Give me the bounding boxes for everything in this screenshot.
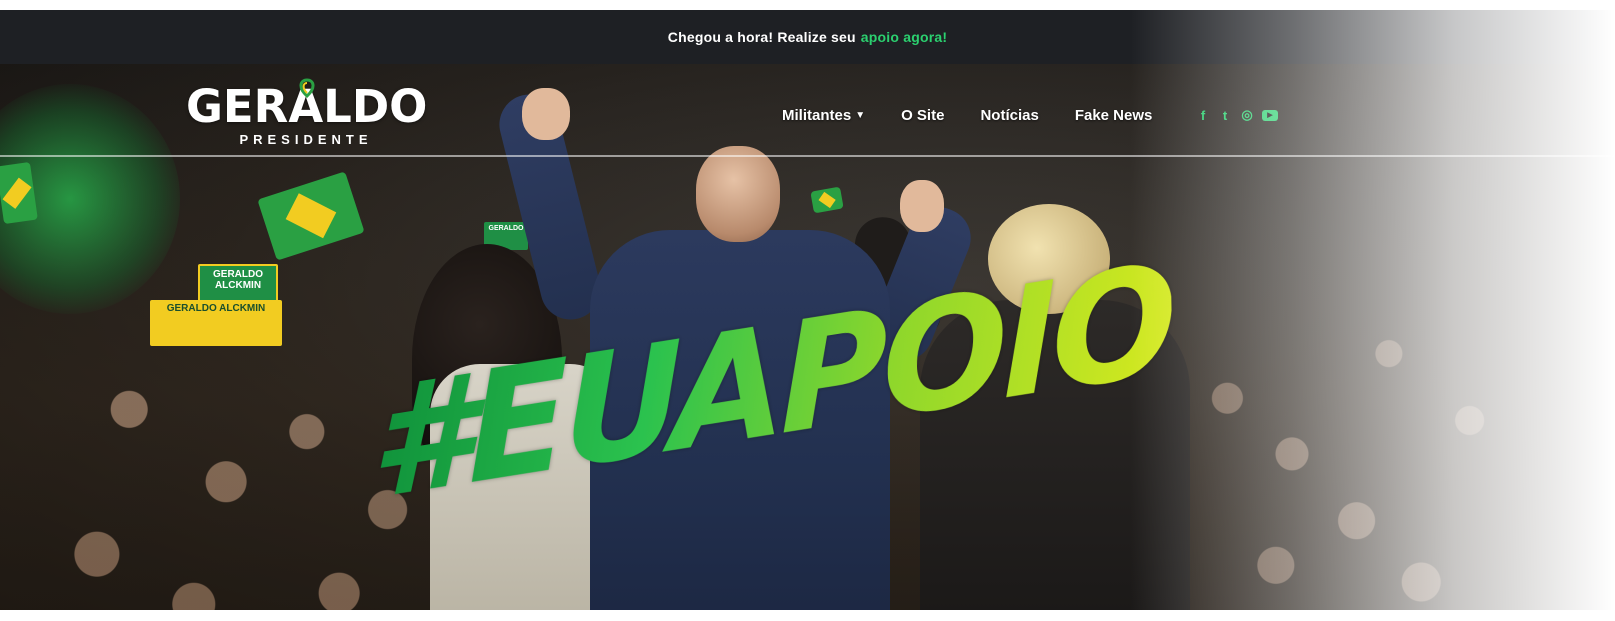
page: Chegou a hora! Realize seu apoio agora! … [0, 0, 1615, 621]
social-links: f t ◎ ▶ [1196, 107, 1278, 123]
nav-item-noticias[interactable]: Notícias [980, 107, 1038, 124]
main-nav: Militantes ▼ O Site Notícias Fake News [782, 107, 1188, 124]
twitter-icon[interactable]: t [1218, 108, 1232, 123]
nav-label: O Site [901, 107, 945, 124]
support-now-link[interactable]: apoio agora! [861, 29, 947, 45]
nav-label: Notícias [980, 107, 1039, 124]
instagram-icon[interactable]: ◎ [1240, 107, 1254, 122]
nav-label: Fake News [1074, 107, 1153, 124]
facebook-icon[interactable]: f [1196, 108, 1210, 123]
header-divider [0, 155, 1615, 157]
chevron-down-icon: ▼ [855, 110, 866, 121]
announcement-text: Chegou a hora! Realize seu [667, 29, 856, 45]
site-logo[interactable]: GERALDO PRESIDENTE [186, 78, 436, 147]
nav-item-o-site[interactable]: O Site [901, 107, 944, 124]
ribbon-icon [299, 78, 315, 98]
bottom-edge [0, 610, 1615, 621]
raised-hand [900, 180, 944, 232]
nav-label: Militantes [782, 107, 852, 124]
candidate-head [696, 146, 780, 242]
youtube-icon[interactable]: ▶ [1262, 109, 1278, 121]
nav-item-militantes[interactable]: Militantes ▼ [782, 107, 865, 124]
nav-item-fake-news[interactable]: Fake News [1075, 107, 1153, 124]
announcement-bar: Chegou a hora! Realize seu apoio agora! [0, 10, 1615, 64]
campaign-sign: GERALDO ALCKMIN [150, 300, 282, 346]
raised-hand [522, 88, 570, 140]
logo-subtitle: PRESIDENTE [239, 132, 373, 147]
